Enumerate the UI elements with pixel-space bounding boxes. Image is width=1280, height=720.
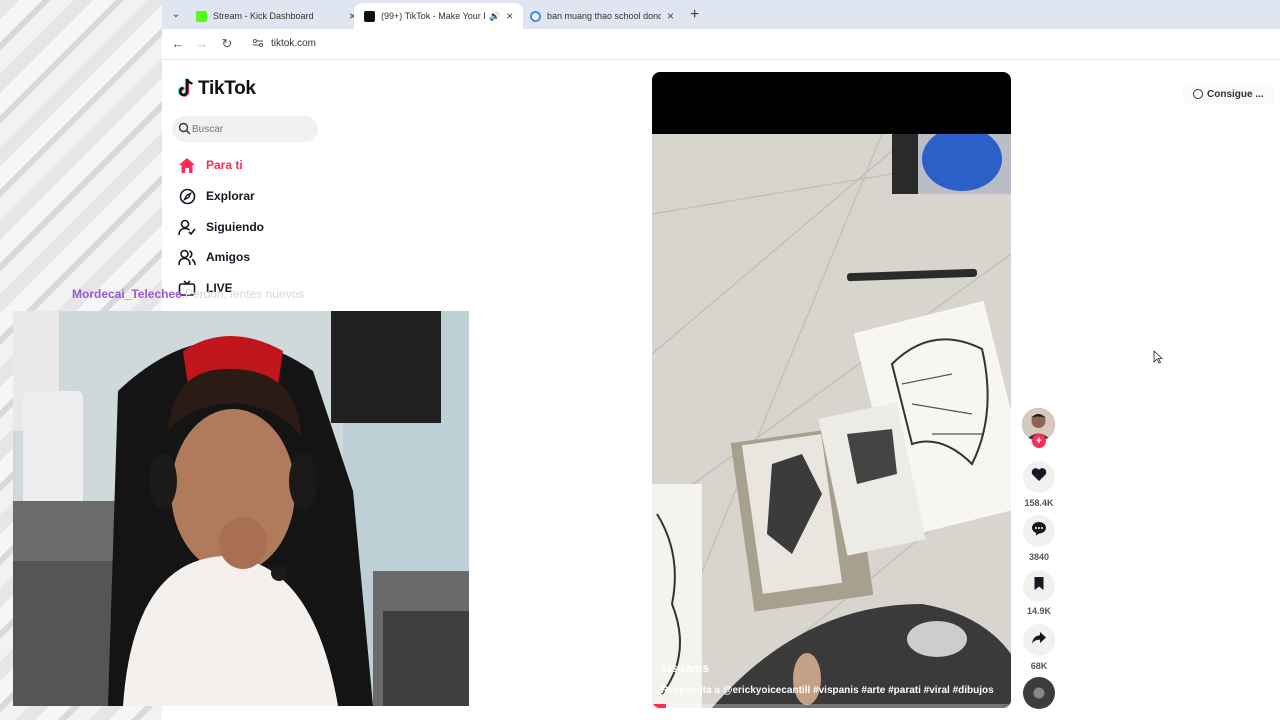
get-coins-button[interactable]: Consigue ... bbox=[1183, 84, 1274, 104]
reload-icon[interactable]: ↻ bbox=[219, 36, 235, 52]
close-icon[interactable]: × bbox=[506, 9, 513, 23]
kick-favicon-icon bbox=[196, 10, 207, 22]
share-count: 68K bbox=[1030, 661, 1048, 671]
speaker-icon[interactable]: 🔊 bbox=[489, 11, 500, 22]
tab-search-icon[interactable]: ⌄ bbox=[168, 7, 184, 23]
friends-icon bbox=[178, 248, 196, 266]
back-icon[interactable]: ← bbox=[170, 36, 186, 52]
stream-chat-message: Mordecai_Telechee Perdón, lentes nuevos bbox=[72, 287, 304, 301]
close-icon[interactable]: × bbox=[667, 9, 674, 23]
tab-title: ban muang thao school donde bbox=[547, 11, 661, 21]
follow-button[interactable]: + bbox=[1032, 434, 1046, 448]
chat-text: Perdón, lentes nuevos bbox=[184, 287, 305, 301]
nav-item-explorar[interactable]: Explorar bbox=[178, 186, 255, 206]
bookmark-icon bbox=[1033, 576, 1045, 596]
compass-icon bbox=[178, 187, 196, 205]
share-icon bbox=[1031, 631, 1047, 650]
site-info-icon[interactable] bbox=[252, 37, 266, 51]
save-button[interactable] bbox=[1023, 570, 1055, 602]
search-box[interactable] bbox=[172, 116, 318, 142]
get-coins-label: Consigue ... bbox=[1207, 88, 1264, 100]
video-author[interactable]: vispanis bbox=[661, 661, 709, 675]
comment-icon bbox=[1031, 521, 1047, 541]
like-button[interactable] bbox=[1023, 461, 1055, 493]
new-tab-button[interactable]: + bbox=[690, 6, 699, 24]
logo-text: TikTok bbox=[198, 78, 256, 99]
search-input[interactable] bbox=[192, 121, 312, 137]
browser-tab-bar: ⌄ Stream - Kick Dashboard × (99+) TikTok… bbox=[162, 0, 1280, 29]
video-progress-bar[interactable] bbox=[652, 704, 1011, 708]
tiktok-logo[interactable]: TikTok bbox=[177, 78, 256, 100]
home-icon bbox=[178, 156, 196, 174]
video-frame bbox=[652, 134, 1011, 708]
nav-label: Explorar bbox=[206, 189, 255, 203]
comment-button[interactable] bbox=[1023, 515, 1055, 547]
heart-icon bbox=[1031, 467, 1047, 487]
nav-item-para-ti[interactable]: Para ti bbox=[178, 155, 243, 175]
following-icon bbox=[178, 218, 196, 236]
tiktok-note-icon bbox=[177, 78, 194, 100]
streamer-webcam bbox=[13, 311, 469, 706]
tab-title: (99+) TikTok - Make Your Day bbox=[381, 11, 485, 21]
comment-count: 3840 bbox=[1028, 552, 1050, 562]
tab-kick-dashboard[interactable]: Stream - Kick Dashboard × bbox=[186, 3, 366, 29]
search-icon bbox=[178, 122, 191, 135]
nav-item-siguiendo[interactable]: Siguiendo bbox=[178, 217, 264, 237]
google-favicon-icon bbox=[530, 10, 541, 22]
forward-icon[interactable]: → bbox=[194, 36, 210, 52]
chat-username: Mordecai_Telechee bbox=[72, 287, 182, 301]
nav-label: Para ti bbox=[206, 158, 243, 172]
video-player[interactable]: vispanis Respuesta a @erickyoicecantill … bbox=[652, 72, 1011, 708]
coin-icon bbox=[1193, 89, 1203, 99]
like-count: 158.4K bbox=[1024, 498, 1054, 508]
address-bar[interactable]: tiktok.com bbox=[271, 38, 316, 49]
share-button[interactable] bbox=[1023, 624, 1055, 656]
nav-label: Amigos bbox=[206, 250, 251, 264]
save-count: 14.9K bbox=[1026, 606, 1052, 616]
music-disc-icon[interactable] bbox=[1023, 677, 1055, 709]
video-progress-fill bbox=[652, 704, 667, 708]
tab-google-search[interactable]: ban muang thao school donde × bbox=[520, 3, 684, 29]
nav-label: Siguiendo bbox=[206, 220, 264, 234]
tiktok-favicon-icon bbox=[364, 10, 375, 22]
tab-title: Stream - Kick Dashboard bbox=[213, 11, 314, 21]
mouse-cursor-icon bbox=[1153, 350, 1164, 364]
tab-tiktok[interactable]: (99+) TikTok - Make Your Day 🔊 × bbox=[354, 3, 524, 29]
browser-toolbar: ← → ↻ tiktok.com bbox=[162, 29, 1280, 60]
nav-item-amigos[interactable]: Amigos bbox=[178, 247, 250, 267]
video-caption[interactable]: Respuesta a @erickyoicecantill #vispanis… bbox=[661, 685, 994, 696]
